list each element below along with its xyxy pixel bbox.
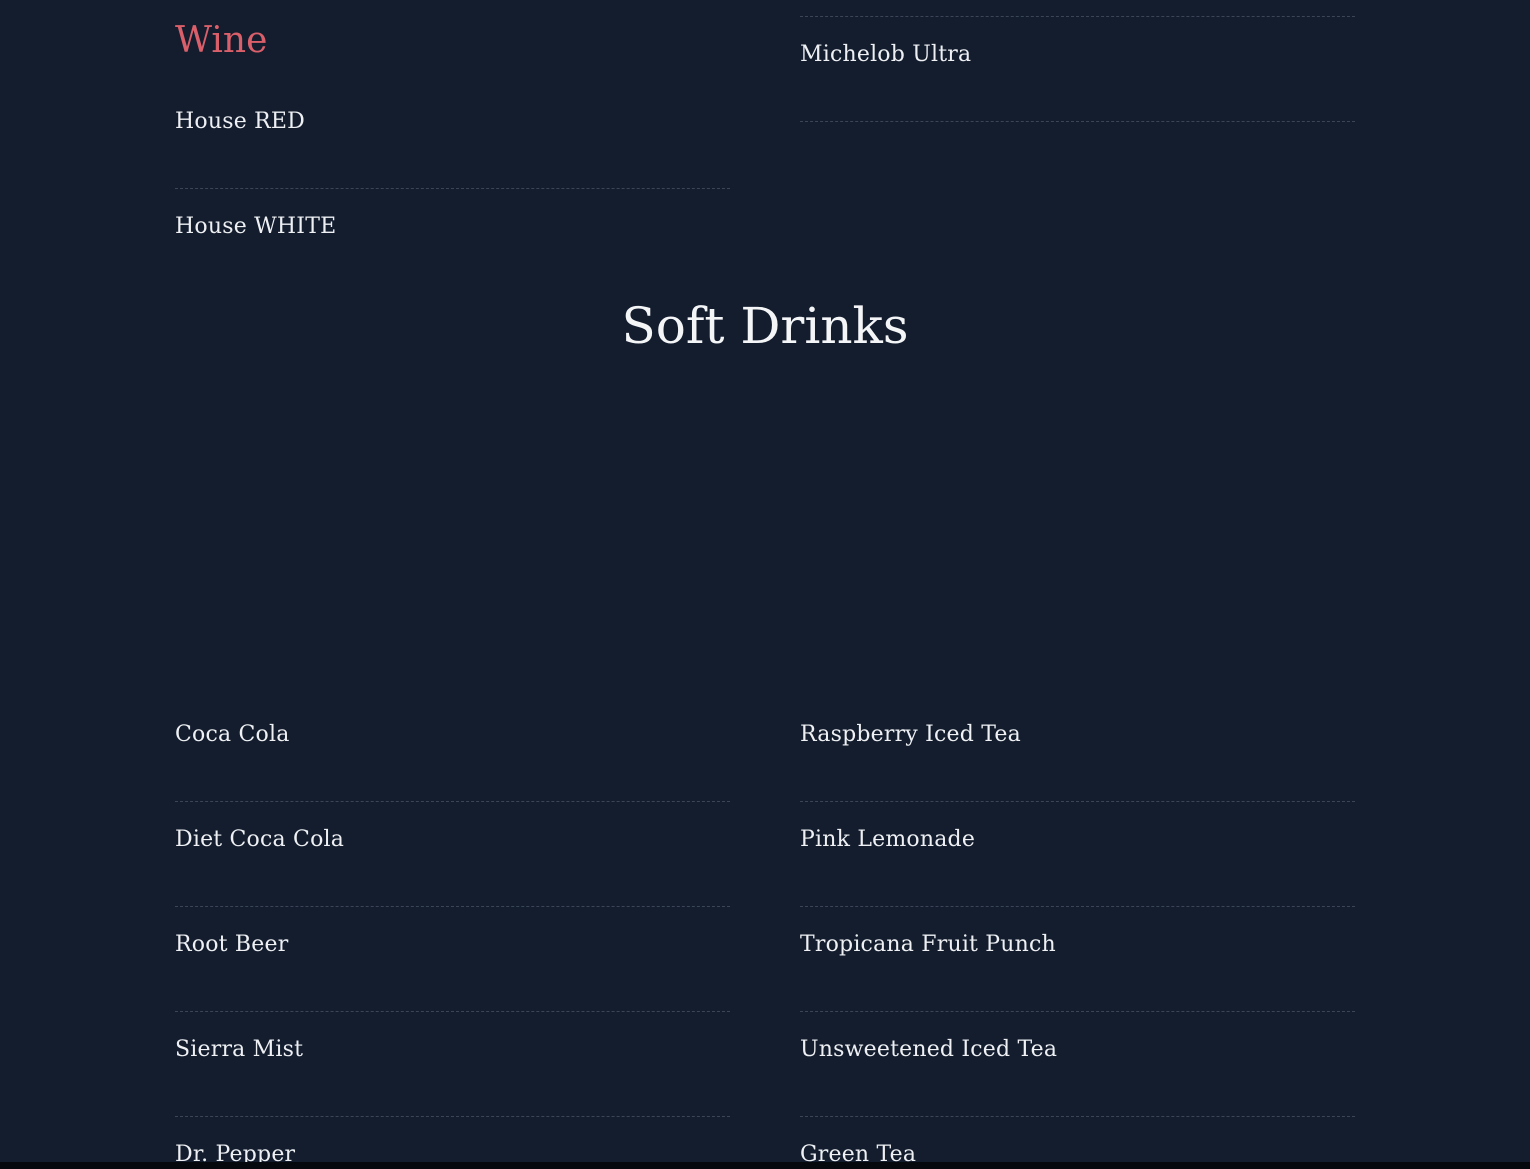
menu-divider xyxy=(175,801,730,802)
menu-item: Tropicana Fruit Punch xyxy=(800,932,1056,957)
menu-item: Sierra Mist xyxy=(175,1037,304,1062)
menu-divider xyxy=(800,1116,1355,1117)
menu-divider xyxy=(175,906,730,907)
menu-item: Michelob Ultra xyxy=(800,42,972,67)
menu-divider xyxy=(800,801,1355,802)
menu-item: Pink Lemonade xyxy=(800,827,976,852)
menu-divider xyxy=(800,906,1355,907)
menu-divider xyxy=(800,121,1355,122)
menu-item: Root Beer xyxy=(175,932,289,957)
menu-item: Diet Coca Cola xyxy=(175,827,345,852)
menu-divider xyxy=(175,188,730,189)
wine-heading: Wine xyxy=(175,20,268,61)
menu-item: House RED xyxy=(175,109,305,134)
menu-divider xyxy=(175,1116,730,1117)
soft-drinks-title: Soft Drinks xyxy=(621,297,909,355)
menu-divider xyxy=(175,1011,730,1012)
menu-item: House WHITE xyxy=(175,214,337,239)
menu-divider xyxy=(800,1011,1355,1012)
menu-item: Unsweetened Iced Tea xyxy=(800,1037,1058,1062)
bottom-edge xyxy=(0,1162,1530,1169)
menu-item: Raspberry Iced Tea xyxy=(800,722,1021,747)
menu-item: Coca Cola xyxy=(175,722,290,747)
menu-divider xyxy=(800,16,1355,17)
